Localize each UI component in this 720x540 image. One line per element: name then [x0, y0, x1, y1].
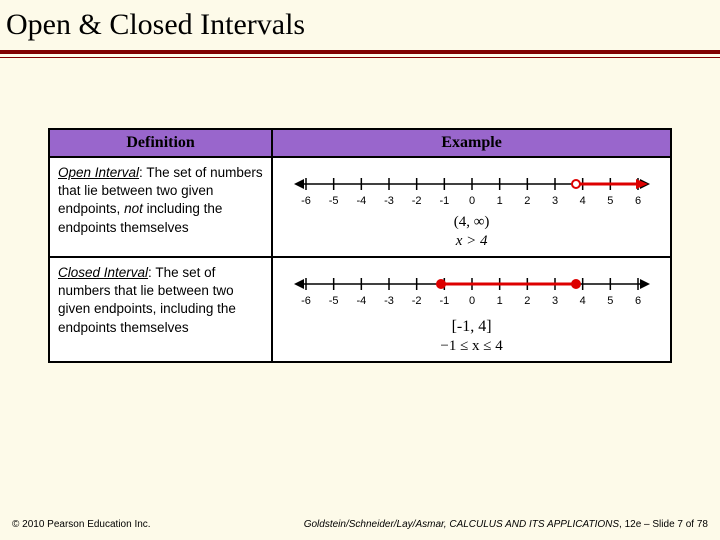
example-closed: -6 -5 -4 -3 -2 -1 0 1 2 3 4 5 6 [-1, 4] −1 ≤ x ≤ 4	[273, 258, 670, 361]
tick-label: 1	[496, 295, 502, 307]
footer: © 2010 Pearson Education Inc. Goldstein/…	[0, 519, 720, 530]
tick-label: 5	[607, 195, 613, 207]
tick-label: 2	[524, 295, 530, 307]
footer-copyright: © 2010 Pearson Education Inc.	[12, 519, 151, 530]
tick-label: -5	[328, 295, 338, 307]
tick-label: 4	[579, 195, 585, 207]
numberline-open: -6 -5 -4 -3 -2 -1 0 1 2 3 4 5 6	[292, 170, 652, 212]
tick-label: -3	[384, 295, 394, 307]
tick-label: 6	[635, 195, 641, 207]
intervals-table: Definition Example Open Interval: The se…	[48, 128, 672, 363]
row-open-interval: Open Interval: The set of numbers that l…	[50, 158, 670, 258]
footer-citation-plain: , 12e – Slide 7 of 78	[619, 519, 708, 530]
footer-citation: Goldstein/Schneider/Lay/Asmar, CALCULUS …	[304, 519, 708, 530]
closed-inequality: −1 ≤ x ≤ 4	[277, 338, 666, 355]
tick-label: -2	[411, 195, 421, 207]
header-definition: Definition	[50, 130, 273, 158]
example-open: -6 -5 -4 -3 -2 -1 0 1 2 3 4 5 6 (4, ∞) x > 4	[273, 158, 670, 256]
page-title: Open & Closed Intervals	[0, 0, 720, 48]
tick-label: -1	[439, 195, 449, 207]
term-open: Open Interval	[58, 165, 139, 180]
def-open-not: not	[124, 201, 143, 216]
tick-label: 3	[552, 295, 558, 307]
tick-label: -4	[356, 295, 366, 307]
tick-label: -2	[411, 295, 421, 307]
tick-label: 0	[469, 295, 475, 307]
tick-label: 0	[469, 195, 475, 207]
tick-label: -4	[356, 195, 366, 207]
footer-citation-italic: Goldstein/Schneider/Lay/Asmar, CALCULUS …	[304, 519, 619, 530]
header-example: Example	[273, 130, 670, 158]
definition-closed: Closed Interval: The set of numbers that…	[50, 258, 273, 361]
tick-label: -1	[439, 295, 449, 307]
title-rule	[0, 50, 720, 58]
numberline-closed: -6 -5 -4 -3 -2 -1 0 1 2 3 4 5 6	[292, 270, 652, 312]
tick-label: -6	[301, 295, 311, 307]
row-closed-interval: Closed Interval: The set of numbers that…	[50, 258, 670, 361]
tick-label: -6	[301, 195, 311, 207]
tick-label: 1	[496, 195, 502, 207]
closed-interval-notation: [-1, 4]	[277, 318, 666, 336]
tick-label: 2	[524, 195, 530, 207]
open-inequality: x > 4	[277, 233, 666, 250]
tick-label: -3	[384, 195, 394, 207]
tick-label: 3	[552, 195, 558, 207]
term-closed: Closed Interval	[58, 265, 148, 280]
tick-label: 5	[607, 295, 613, 307]
definition-open: Open Interval: The set of numbers that l…	[50, 158, 273, 256]
tick-label: -5	[328, 195, 338, 207]
tick-label: 6	[635, 295, 641, 307]
open-interval-notation: (4, ∞)	[277, 214, 666, 231]
table-header-row: Definition Example	[50, 130, 670, 158]
tick-label: 4	[579, 295, 585, 307]
